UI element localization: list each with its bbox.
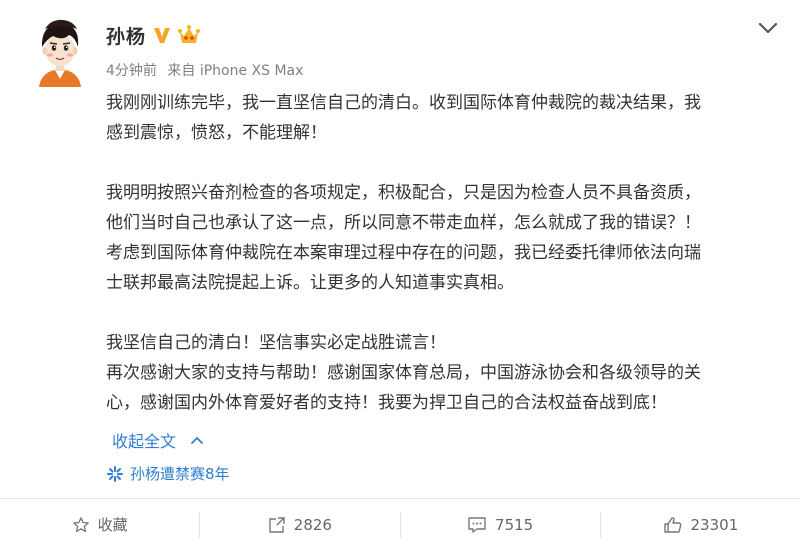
comment-button[interactable]: 7515 [401, 499, 600, 550]
comment-count: 7515 [495, 515, 534, 534]
repost-count: 2826 [293, 515, 332, 534]
post-time[interactable]: 4分钟前 [106, 63, 157, 79]
author-name[interactable]: 孙杨 [106, 22, 146, 49]
comment-icon [468, 516, 486, 533]
favorite-label: 收藏 [97, 516, 128, 534]
post-text: 我刚刚训练完毕，我一直坚信自己的清白。收到国际体育仲裁院的裁决结果，我 感到震惊… [106, 88, 770, 418]
topic-pinwheel-icon [107, 465, 123, 482]
favorite-button[interactable]: 收藏 [0, 499, 199, 550]
text-line: 心，感谢国内外体育爱好者的支持！我要为捍卫自己的合法权益奋战到底！ [106, 393, 667, 413]
verified-v-icon [151, 24, 173, 46]
like-button[interactable]: 23301 [601, 499, 800, 550]
post-meta: 4分钟前 来自 iPhone XS Max [106, 60, 303, 80]
repost-icon [269, 516, 285, 533]
thumbs-up-icon [663, 516, 681, 533]
topic-label: 孙杨遭禁赛8年 [130, 465, 230, 483]
like-count: 23301 [690, 515, 739, 534]
text-line: 再次感谢大家的支持与帮助！感谢国家体育总局，中国游泳协会和各级领导的关 [106, 363, 701, 383]
avatar-cartoon-icon [39, 19, 81, 87]
text-line: 我明明按照兴奋剂检查的各项规定，积极配合，只是因为检查人员不具备资质， [106, 183, 701, 203]
topic-link[interactable]: 孙杨遭禁赛8年 [106, 463, 230, 484]
action-bar: 收藏 2826 7515 23301 [0, 499, 800, 550]
repost-button[interactable]: 2826 [200, 499, 399, 550]
vip-crown-icon[interactable] [177, 23, 201, 47]
text-line: 感到震惊，愤怒，不能理解！ [106, 123, 327, 143]
text-line: 他们当时自己也承认了这一点，所以同意不带走血样，怎么就成了我的错误？！ [106, 213, 701, 233]
text-line: 我刚刚训练完毕，我一直坚信自己的清白。收到国际体育仲裁院的裁决结果，我 [106, 93, 701, 113]
post-source: 来自 iPhone XS Max [167, 63, 304, 79]
text-line: 我坚信自己的清白！坚信事实必定战胜谎言！ [106, 333, 446, 353]
collapse-label: 收起全文 [112, 432, 177, 451]
star-icon [72, 516, 89, 532]
collapse-text-link[interactable]: 收起全文 [112, 428, 204, 452]
chevron-up-icon [191, 436, 203, 444]
weibo-post: 孙杨 4分钟前 来自 iPhone XS Max 我刚刚训练完毕，我一直坚信自己… [0, 0, 800, 550]
avatar[interactable] [33, 17, 87, 87]
text-line: 考虑到国际体育仲裁院在本案审理过程中存在的问题，我已经委托律师依法向瑞 [106, 243, 701, 263]
more-options-chevron-down-icon[interactable] [756, 18, 780, 38]
text-line: 士联邦最高法院提起上诉。让更多的人知道事实真相。 [106, 273, 514, 293]
